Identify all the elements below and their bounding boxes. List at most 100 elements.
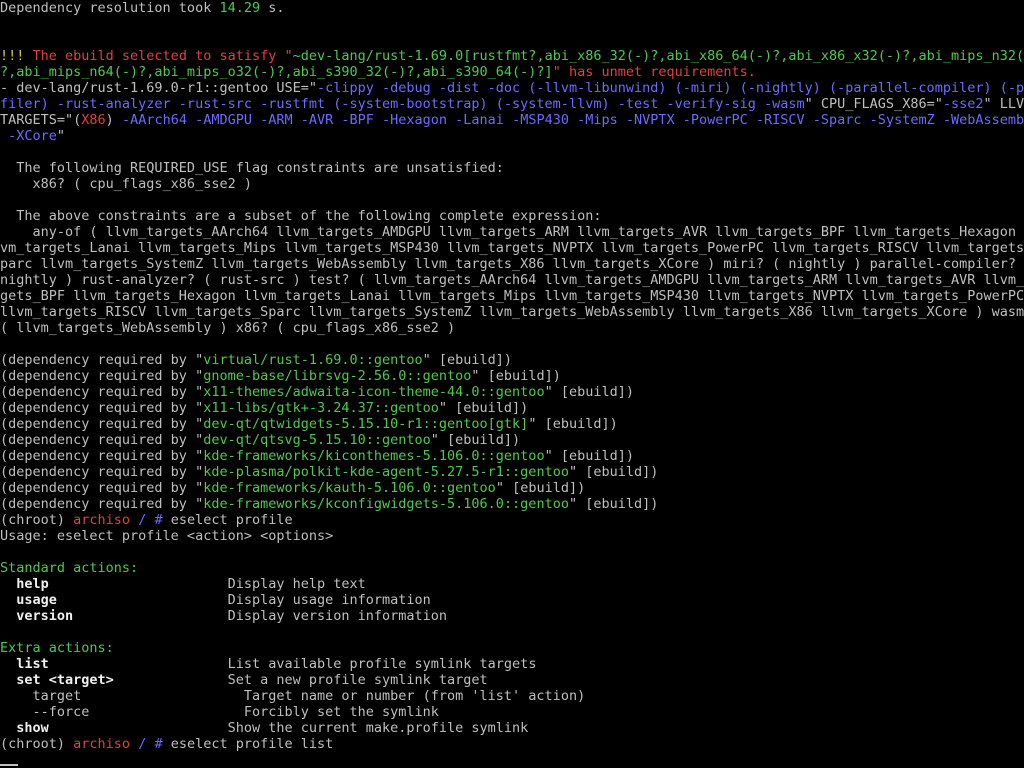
terminal-line: !!! The ebuild selected to satisfy "~dev… (0, 48, 1024, 64)
terminal-text-segment: (dependency required by " (0, 352, 204, 368)
terminal-line: help Display help text (0, 576, 366, 592)
terminal-line: vm_targets_Lanai llvm_targets_Mips llvm_… (0, 240, 1024, 256)
terminal-text-segment: Standard actions: (0, 560, 139, 576)
terminal-line: The above constraints are a subset of th… (0, 208, 601, 224)
terminal-text-segment: filer) -rust-analyzer -rust-src -rustfmt… (0, 96, 805, 112)
terminal-text-segment: Target name or number (from 'list' actio… (81, 688, 586, 704)
terminal-text-segment: " CPU_FLAGS_X86=" (804, 96, 943, 112)
terminal-text-segment: Extra actions: (0, 640, 114, 656)
terminal-line: list List available profile symlink targ… (0, 656, 536, 672)
terminal-text-segment: kde-frameworks/kiconthemes-5.106.0::gent… (203, 448, 545, 464)
terminal-text-segment: gets_BPF llvm_targets_Hexagon llvm_targe… (0, 288, 1024, 304)
terminal-text-segment: X86 (81, 112, 106, 128)
terminal-text-segment: Set a new profile symlink target (113, 672, 488, 688)
terminal-text-segment: -clippy -debug -dist -doc (-llvm-libunwi… (316, 80, 1024, 96)
terminal-text-segment: - dev-lang/rust-1.69.0-r1::gentoo USE=" (0, 80, 317, 96)
terminal-text-segment: Dependency resolution took (0, 0, 220, 16)
terminal-text-segment: / # (130, 512, 171, 528)
terminal-text-segment: " [ebuild]) (544, 384, 634, 400)
terminal-text-segment: (chroot) (0, 736, 74, 752)
terminal-line: -XCore" (0, 128, 65, 144)
terminal-line: (dependency required by "kde-frameworks/… (0, 480, 585, 496)
terminal-text-segment: Show the current make.profile symlink (48, 720, 529, 736)
terminal-line: (dependency required by "kde-plasma/polk… (0, 464, 658, 480)
terminal-text-segment: The following REQUIRED_USE flag constrai… (0, 160, 504, 176)
terminal-line: filer) -rust-analyzer -rust-src -rustfmt… (0, 96, 1024, 112)
terminal-text-segment: (chroot) (0, 512, 74, 528)
terminal-line: (dependency required by "dev-qt/qtwidget… (0, 416, 618, 432)
terminal-line: parc llvm_targets_SystemZ llvm_targets_W… (0, 256, 1024, 272)
terminal-text-segment: Display usage information (56, 592, 431, 608)
terminal-line: TARGETS="(X86) -AArch64 -AMDGPU -ARM -AV… (0, 112, 1024, 128)
terminal-text-segment: virtual/rust-1.69.0::gentoo (203, 352, 423, 368)
terminal-text-segment: archiso (73, 512, 131, 528)
terminal-text-segment: " [ebuild]) (422, 352, 513, 368)
terminal-line: show Show the current make.profile symli… (0, 720, 528, 736)
terminal-line: (chroot) archiso / # eselect profile lis… (0, 736, 333, 752)
terminal-line: - dev-lang/rust-1.69.0-r1::gentoo USE="-… (0, 80, 1024, 96)
terminal-text-segment: nightly ) rust-analyzer? ( rust-src ) te… (0, 272, 1024, 288)
terminal-text-segment: -AArch64 -AMDGPU -ARM -AVR -BPF -Hexagon… (121, 112, 1024, 128)
terminal-text-segment: gnome-base/librsvg-2.56.0::gentoo (203, 368, 472, 384)
terminal-text-segment: -XCore (0, 128, 57, 144)
terminal-text-segment: Display help text (48, 576, 366, 592)
terminal-text-segment: (dependency required by " (0, 496, 204, 512)
terminal-text-segment: " [ebuild]) (568, 496, 659, 512)
terminal-line: The following REQUIRED_USE flag constrai… (0, 160, 504, 176)
terminal-text-segment: Usage: eselect profile <action> <options… (0, 528, 334, 544)
terminal-text-segment: parc llvm_targets_SystemZ llvm_targets_W… (0, 256, 1024, 272)
terminal-text-segment: set <target> (0, 672, 114, 688)
terminal-text-segment: ) (105, 112, 122, 128)
terminal-text-segment: ( llvm_targets_WebAssembly ) x86? ( cpu_… (0, 320, 456, 336)
terminal-text-segment: dev-qt/qtsvg-5.15.10::gentoo (203, 432, 431, 448)
terminal-text-segment: (dependency required by " (0, 416, 204, 432)
terminal-text-segment: Forcibly set the symlink (89, 704, 439, 720)
terminal-text-segment: kde-frameworks/kconfigwidgets-5.106.0::g… (203, 496, 569, 512)
terminal-text-segment: " has unmet requirements. (552, 64, 756, 80)
terminal-text-segment: x86? ( cpu_flags_x86_sse2 ) (0, 176, 252, 192)
terminal-text-segment: help (0, 576, 49, 592)
terminal-text-segment: " [ebuild]) (568, 464, 659, 480)
terminal-text-segment: List available profile symlink targets (48, 656, 537, 672)
terminal-line: (dependency required by "gnome-base/libr… (0, 368, 561, 384)
terminal-line: Dependency resolution took 14.29 s. (0, 0, 284, 16)
terminal-line: gets_BPF llvm_targets_Hexagon llvm_targe… (0, 288, 1024, 304)
terminal-text-segment: -sse2 (942, 96, 984, 112)
terminal-text-segment: 14.29 (219, 0, 261, 16)
terminal-text-segment: " [ebuild]) (495, 480, 586, 496)
terminal-text-segment: vm_targets_Lanai llvm_targets_Mips llvm_… (0, 240, 1024, 256)
terminal-screen[interactable]: Dependency resolution took 14.29 s. !!! T… (0, 0, 1024, 768)
terminal-text-segment: " [ebuild]) (544, 448, 634, 464)
terminal-text-segment: llvm_targets_RISCV llvm_targets_Sparc ll… (0, 304, 1024, 320)
terminal-text-segment: show (0, 720, 49, 736)
terminal-text-segment: " [ebuild]) (528, 416, 618, 432)
terminal-text-segment: " [ebuild]) (438, 400, 529, 416)
terminal-line: llvm_targets_RISCV llvm_targets_Sparc ll… (0, 304, 1024, 320)
terminal-text-segment: ?,abi_mips_n64(-)?,abi_mips_o32(-)?,abi_… (0, 64, 553, 80)
terminal-line: target Target name or number (from 'list… (0, 688, 586, 704)
terminal-line: nightly ) rust-analyzer? ( rust-src ) te… (0, 272, 1024, 288)
terminal-line: (dependency required by "dev-qt/qtsvg-5.… (0, 432, 520, 448)
terminal-text-segment: The ebuild selected to satisfy " (32, 48, 293, 64)
terminal-text-segment: eselect profile list (170, 736, 334, 752)
terminal-line: set <target> Set a new profile symlink t… (0, 672, 488, 688)
terminal-text-segment: (dependency required by " (0, 368, 204, 384)
terminal-line: Usage: eselect profile <action> <options… (0, 528, 333, 544)
terminal-line: Extra actions: (0, 640, 114, 656)
terminal-text-segment: " LLVM_ (983, 96, 1024, 112)
terminal-text-segment: " [ebuild]) (430, 432, 521, 448)
terminal-line: x86? ( cpu_flags_x86_sse2 ) (0, 176, 252, 192)
terminal-text-segment: " (56, 128, 66, 144)
terminal-text-segment: x11-libs/gtk+-3.24.37::gentoo (203, 400, 439, 416)
terminal-line: (dependency required by "x11-themes/adwa… (0, 384, 634, 400)
terminal-text-segment: (dependency required by " (0, 400, 204, 416)
terminal-text-segment: TARGETS="( (0, 112, 82, 128)
terminal-text-segment: (dependency required by " (0, 480, 204, 496)
terminal-text-segment: dev-qt/qtwidgets-5.15.10-r1::gentoo[gtk] (203, 416, 529, 432)
terminal-text-segment: (dependency required by " (0, 448, 204, 464)
terminal-line: ?,abi_mips_n64(-)?,abi_mips_o32(-)?,abi_… (0, 64, 756, 80)
terminal-text-segment: s. (260, 0, 285, 16)
terminal-line: (dependency required by "x11-libs/gtk+-3… (0, 400, 528, 416)
terminal-text-segment: x11-themes/adwaita-icon-theme-44.0::gent… (203, 384, 545, 400)
terminal-text-segment: eselect profile (170, 512, 293, 528)
